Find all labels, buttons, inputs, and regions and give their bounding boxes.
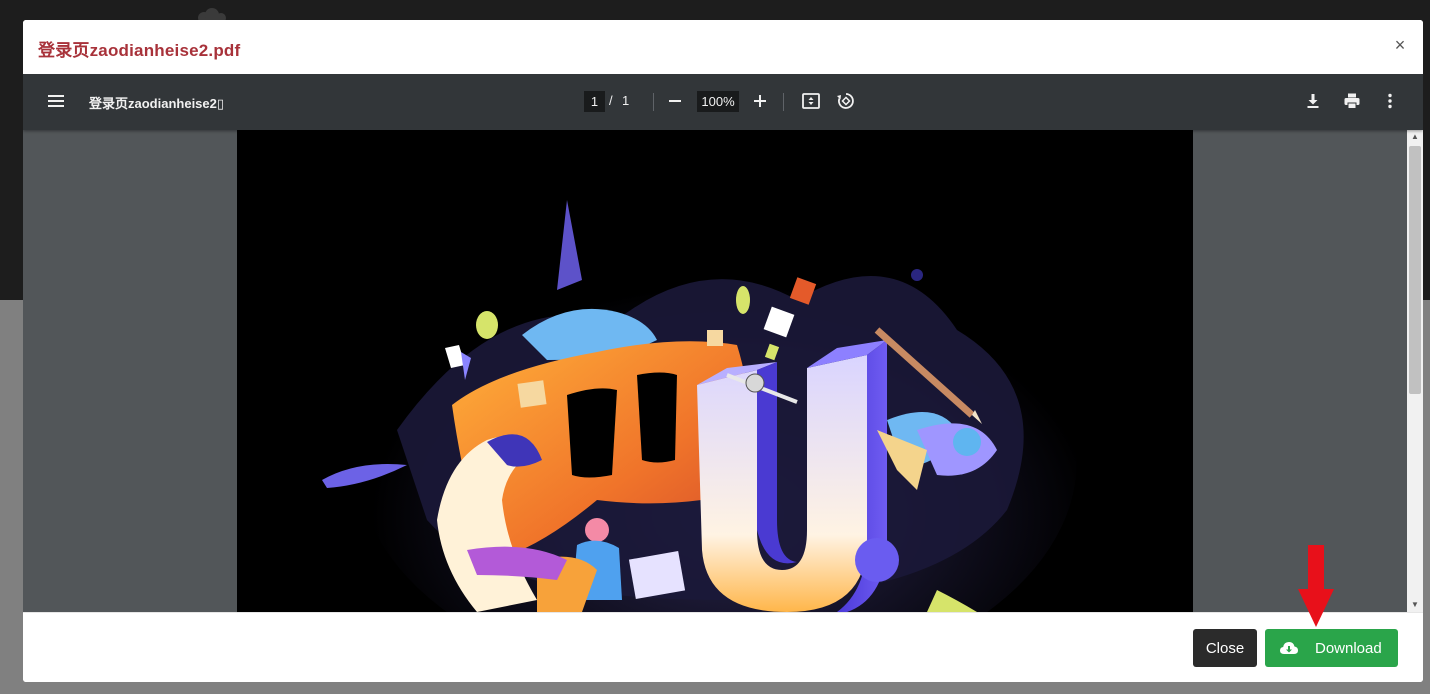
- page-number-input[interactable]: [584, 91, 605, 112]
- zoom-in-icon[interactable]: [750, 91, 770, 111]
- rotate-icon[interactable]: [836, 91, 856, 111]
- modal-header: 登录页zaodianheise2.pdf ×: [23, 20, 1423, 75]
- scroll-down-arrow-icon[interactable]: ▼: [1407, 598, 1423, 612]
- toolbar-divider: [653, 93, 654, 111]
- modal-footer: Close Download: [23, 612, 1423, 682]
- illustration-image: [237, 130, 1193, 612]
- pdf-file-name: 登录页zaodianheise2▯: [89, 96, 225, 111]
- download-icon[interactable]: [1303, 91, 1323, 111]
- pdf-preview-modal: 登录页zaodianheise2.pdf × 登录页zaodianheise2▯…: [23, 20, 1423, 682]
- page-separator: /: [609, 93, 613, 108]
- cloud-download-icon: [1280, 642, 1298, 654]
- more-options-icon[interactable]: [1380, 91, 1400, 111]
- zoom-out-icon[interactable]: [665, 91, 685, 111]
- pdf-toolbar: 登录页zaodianheise2▯ / 1: [23, 74, 1423, 130]
- close-button[interactable]: Close: [1193, 629, 1257, 667]
- zoom-level-input[interactable]: [697, 91, 739, 112]
- toolbar-divider: [783, 93, 784, 111]
- total-pages: 1: [622, 93, 630, 108]
- fit-page-icon[interactable]: [801, 91, 821, 111]
- scroll-up-arrow-icon[interactable]: ▲: [1407, 130, 1423, 144]
- download-button-label: Download: [1315, 640, 1382, 657]
- pdf-page-illustration: [237, 130, 1193, 612]
- modal-title: 登录页zaodianheise2.pdf: [38, 41, 241, 60]
- download-button[interactable]: Download: [1265, 629, 1398, 667]
- annotation-arrow-icon: [1298, 545, 1334, 627]
- viewer-scrollbar[interactable]: ▲ ▼: [1407, 130, 1423, 612]
- modal-close-icon[interactable]: ×: [1389, 34, 1411, 56]
- print-icon[interactable]: [1342, 91, 1362, 111]
- pdf-viewer: 登录页zaodianheise2▯ / 1: [23, 74, 1423, 612]
- menu-icon[interactable]: [47, 92, 65, 110]
- scrollbar-thumb[interactable]: [1409, 146, 1421, 394]
